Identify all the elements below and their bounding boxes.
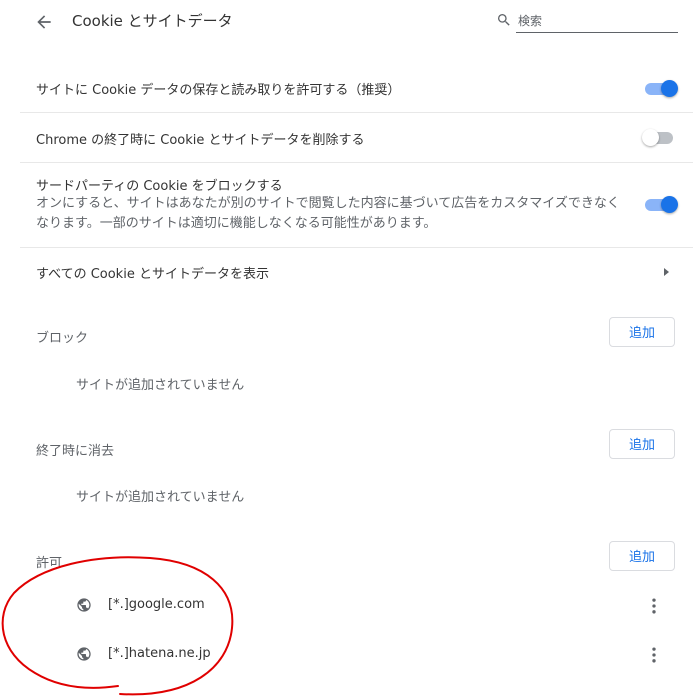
- site-row[interactable]: [*.]hatena.ne.jp: [20, 633, 693, 677]
- more-vert-icon[interactable]: [644, 596, 664, 616]
- setting-description: オンにすると、サイトはあなたが別のサイトで閲覧した内容に基づいて広告をカスタマイ…: [36, 196, 620, 231]
- globe-icon: [77, 647, 91, 661]
- block-third-party-toggle[interactable]: [645, 196, 678, 213]
- setting-clear-on-exit[interactable]: Chrome の終了時に Cookie とサイトデータを削除する: [20, 113, 693, 163]
- more-vert-icon[interactable]: [644, 645, 664, 665]
- toggle-knob: [661, 80, 678, 97]
- setting-label: サイトに Cookie データの保存と読み取りを許可する（推奨）: [36, 83, 401, 98]
- clear-on-exit-empty-text: サイトが追加されていません: [76, 490, 245, 505]
- back-arrow-icon[interactable]: [34, 12, 54, 32]
- toggle-knob: [642, 129, 659, 146]
- allow-section-title: 許可: [36, 556, 63, 571]
- allow-cookies-toggle[interactable]: [645, 80, 678, 97]
- block-section-title: ブロック: [36, 331, 89, 346]
- setting-block-third-party[interactable]: サードパーティの Cookie をブロックする オンにすると、サイトはあなたが別…: [20, 163, 693, 248]
- globe-icon: [77, 598, 91, 612]
- view-all-cookies-row[interactable]: すべての Cookie とサイトデータを表示: [20, 248, 693, 296]
- clear-on-exit-toggle[interactable]: [642, 129, 675, 146]
- block-add-button[interactable]: 追加: [609, 317, 675, 347]
- setting-allow-cookies[interactable]: サイトに Cookie データの保存と読み取りを許可する（推奨）: [20, 64, 693, 113]
- clear-on-exit-add-button[interactable]: 追加: [609, 429, 675, 459]
- site-name: [*.]google.com: [108, 597, 205, 612]
- site-row[interactable]: [*.]google.com: [20, 584, 693, 628]
- chevron-right-icon: [664, 268, 669, 276]
- allow-add-button[interactable]: 追加: [609, 541, 675, 571]
- search-input[interactable]: [516, 10, 678, 33]
- page-title: Cookie とサイトデータ: [72, 12, 233, 30]
- site-name: [*.]hatena.ne.jp: [108, 646, 211, 661]
- block-empty-text: サイトが追加されていません: [76, 378, 245, 393]
- setting-label: Chrome の終了時に Cookie とサイトデータを削除する: [36, 133, 365, 148]
- setting-label: サードパーティの Cookie をブロックする: [36, 179, 283, 194]
- clear-on-exit-section-title: 終了時に消去: [36, 444, 115, 459]
- page-header: Cookie とサイトデータ: [0, 0, 693, 44]
- toggle-knob: [661, 196, 678, 213]
- view-all-label: すべての Cookie とサイトデータを表示: [36, 267, 269, 282]
- search-icon: [498, 14, 510, 26]
